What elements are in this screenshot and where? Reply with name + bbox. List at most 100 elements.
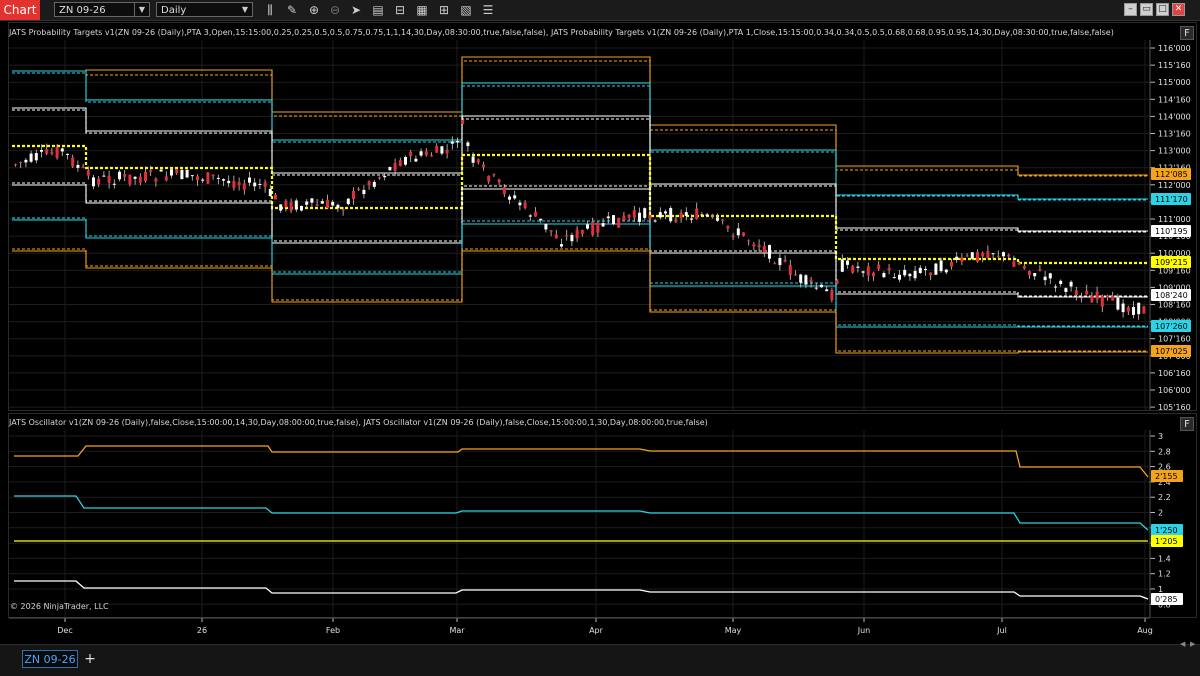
candle-body [924,268,927,271]
price-axis-marker-label: 107'260 [1155,322,1188,331]
candle-body [622,215,626,221]
candle-body [1033,273,1037,277]
candle-body [201,179,205,181]
candle-body [435,145,439,153]
candle-body [580,230,584,235]
candle-body [788,264,792,276]
tab-zn-09-26[interactable]: ZN 09-26 [22,650,78,668]
candle-body [898,274,901,280]
candle-body [934,263,938,275]
candle-body [466,142,470,147]
candle-body [846,260,849,265]
candle-body [518,202,522,206]
candle-body [300,205,303,211]
candle-body [1116,297,1120,310]
candle-body [19,161,23,163]
candle-body [825,289,829,292]
candle-body [1132,306,1135,315]
candle-body [367,181,371,186]
candle-body [404,157,407,165]
candle-body [762,246,766,253]
candle-body [471,156,475,163]
candle-body [872,272,875,277]
candle-body [383,176,387,178]
price-tick-label: 116'000 [1158,44,1191,53]
candle-body [892,277,896,279]
candle-body [227,180,231,184]
price-tick-label: 113'160 [1158,130,1191,139]
candle-body [445,149,449,154]
candle-body [502,186,506,194]
candle-body [664,211,667,214]
price-axis-marker-label: 112'085 [1155,170,1188,179]
candle-body [190,175,194,177]
candle-body [778,258,782,266]
candle-body [773,263,777,265]
tab-bar [0,644,1200,676]
candle-body [944,269,948,273]
osc-tick-label: 2 [1158,509,1163,518]
candle-body [1054,286,1057,288]
candle-body [336,204,340,209]
candle-body [648,215,652,219]
candle-body [40,149,43,152]
candle-body [887,267,891,271]
candle-body [986,251,990,259]
osc-axis-marker-label: 0'285 [1155,595,1178,604]
candle-body [258,184,262,186]
candle-body [185,169,189,178]
candle-body [97,178,101,185]
scroll-right-icon[interactable]: ▶ [1190,640,1195,648]
candle-body [92,177,95,187]
price-tick-label: 112'000 [1158,181,1191,190]
price-panel-format-button[interactable]: F [1180,26,1194,40]
candle-body [107,175,111,183]
candle-body [211,174,215,177]
price-tick-label: 114'000 [1158,112,1191,121]
add-tab-icon[interactable]: + [82,650,98,668]
candle-body [118,171,121,180]
candle-body [710,215,714,217]
candle-body [809,279,813,283]
candle-body [45,149,49,154]
scroll-left-icon[interactable]: ◀ [1180,640,1185,648]
candle-body [1069,281,1073,287]
candle-body [216,177,220,179]
candle-body [232,180,236,189]
candle-body [409,151,413,157]
candle-body [658,212,662,218]
probability-target-line [12,182,1148,297]
probability-target-line [12,248,1148,352]
candle-body [388,167,392,171]
candle-body [653,220,657,222]
candle-body [159,169,163,172]
candle-body [747,240,751,242]
candle-body [144,171,147,182]
candle-body [913,270,917,279]
candle-body [534,211,537,217]
probability-target-line [12,60,1148,177]
osc-panel-format-button[interactable]: F [1180,417,1194,431]
candle-body [1002,252,1005,257]
candle-body [76,165,80,168]
candle-body [1095,291,1099,300]
candle-body [268,188,272,197]
candle-body [289,202,293,211]
candle-body [929,272,933,276]
candle-body [71,157,75,167]
candle-body [539,218,543,221]
price-axis-marker-label: 111'170 [1155,195,1188,204]
candle-body [757,244,761,248]
candle-body [570,234,574,242]
candle-body [991,253,995,255]
x-tick-label: May [725,626,742,635]
candle-body [866,266,870,276]
chart-canvas[interactable]: 116'000 115'160 115'000 114'160 114'000 113'1… [0,0,1200,675]
osc-axis-marker-label: 1'250 [1155,526,1178,535]
candle-body [996,255,1000,257]
x-tick-label: Feb [326,626,340,635]
candle-body [596,222,600,233]
candle-body [279,204,283,211]
candle-body [1090,295,1094,303]
candle-body [627,214,631,218]
